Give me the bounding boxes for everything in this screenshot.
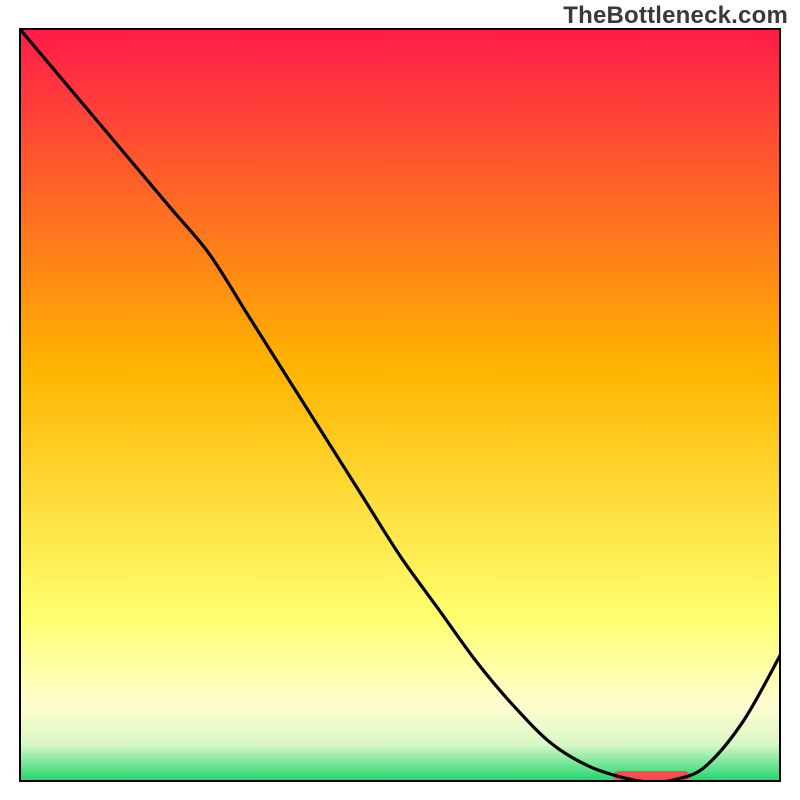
- watermark-text: TheBottleneck.com: [563, 2, 788, 30]
- gradient-background: [19, 28, 781, 782]
- bottleneck-chart: [19, 28, 781, 782]
- chart-svg: [19, 28, 781, 782]
